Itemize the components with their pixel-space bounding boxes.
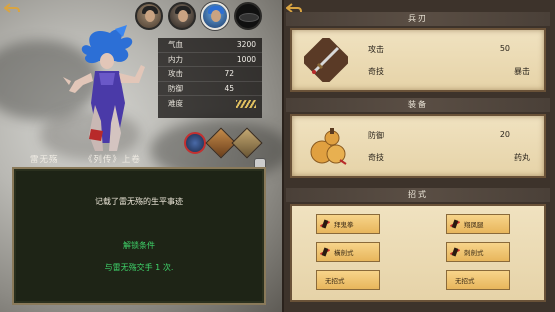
weapon-panel: 攻击 50 奇技 暴击: [290, 28, 546, 92]
stat-attack: 攻击 72: [158, 67, 262, 82]
portrait-3-selected[interactable]: [201, 2, 229, 30]
weapon-row-attack: 攻击 50: [368, 44, 510, 54]
character-name: 雷无殇: [30, 155, 59, 165]
equipment-header: 装备: [286, 98, 550, 112]
skill-2[interactable]: 翔凤腿: [446, 214, 510, 234]
equipment-row-special: 奇技 药丸: [368, 153, 530, 162]
hero-character-art: [63, 25, 145, 151]
weapon-row-special: 奇技 暴击: [368, 67, 530, 76]
unlock-condition-text: 与雷无殇交手 1 次.: [104, 263, 174, 272]
book-title: 《列传》上卷: [83, 155, 141, 165]
skills-header: 招式: [286, 188, 550, 202]
character-title: 雷无殇 《列传》上卷: [30, 153, 141, 165]
book-icons: [184, 127, 263, 159]
stat-difficulty: 难度: [158, 96, 262, 111]
portrait-2[interactable]: [168, 2, 196, 30]
sword-icon: [304, 38, 348, 82]
skill-icon: [450, 219, 460, 229]
back-arrow-icon: [3, 3, 20, 13]
stat-mp: 内力 1000: [158, 53, 262, 68]
skill-6[interactable]: 无招式: [446, 270, 510, 290]
skill-4[interactable]: 刺劍式: [446, 242, 510, 262]
equipment-panel: 防御 20 奇技 药丸: [290, 114, 546, 178]
skill-1[interactable]: 拜鬼拳: [316, 214, 380, 234]
skills-panel: 拜鬼拳 翔凤腿 橫劍式 刺劍式 无招式 无招式: [290, 204, 546, 302]
difficulty-meter: [236, 99, 256, 108]
skill-icon: [450, 247, 460, 257]
skill-icon: [320, 219, 330, 229]
equipment-row-defense: 防御 20: [368, 130, 510, 140]
book-icon-1[interactable]: [184, 132, 206, 154]
book-icon-3[interactable]: [231, 127, 263, 159]
stats-panel: 气血 3200 内力 1000 攻击 72 防御 45 难度: [158, 38, 262, 118]
unlock-condition-title: 解锁条件: [123, 241, 155, 250]
description-text: 记载了雷无殇的生平事迹: [95, 197, 183, 206]
gourd-icon: [310, 128, 347, 165]
portrait-4[interactable]: [234, 2, 262, 30]
weapon-header: 兵刃: [286, 12, 550, 26]
skill-icon: [320, 247, 330, 257]
stat-hp: 气血 3200: [158, 38, 262, 53]
description-panel: 记载了雷无殇的生平事迹 解锁条件 与雷无殇交手 1 次.: [12, 167, 266, 305]
skill-3[interactable]: 橫劍式: [316, 242, 380, 262]
stat-defense: 防御 45: [158, 82, 262, 97]
skill-5[interactable]: 无招式: [316, 270, 380, 290]
back-button[interactable]: [3, 3, 21, 17]
game-screen: 气血 3200 内力 1000 攻击 72 防御 45 难度 雷无殇 《列传》上卷 记载…: [0, 0, 555, 312]
